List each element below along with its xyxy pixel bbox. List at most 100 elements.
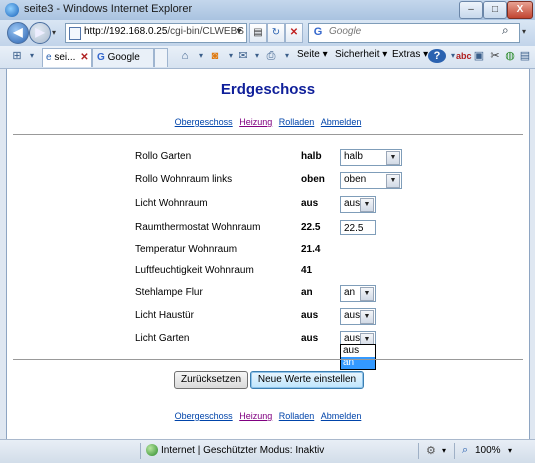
option-aus[interactable]: aus [341, 345, 375, 357]
history-dropdown-icon[interactable]: ▾ [52, 28, 56, 37]
tab-label: sei... [54, 52, 76, 63]
separator [418, 443, 419, 459]
home-dropdown-icon[interactable]: ▾ [194, 49, 208, 63]
select-value: oben [344, 174, 367, 185]
maximize-button[interactable]: □ [483, 1, 507, 19]
value-licht-garten: aus [301, 333, 319, 344]
page-menu[interactable]: Seite ▾ [297, 49, 328, 60]
print-icon[interactable]: ⎙ [264, 49, 278, 63]
tab-list-icon[interactable]: ▾ [25, 49, 39, 63]
select-value: aus [344, 198, 361, 209]
minimize-button[interactable]: – [459, 1, 483, 19]
mail-icon[interactable]: ✉ [236, 49, 250, 63]
title-bar: seite3 - Windows Internet Explorer – □ X [0, 0, 535, 20]
chevron-down-icon[interactable]: ▼ [360, 287, 374, 301]
stop-icon[interactable]: ✕ [285, 23, 303, 43]
separator [454, 443, 455, 459]
research-icon[interactable]: ▣ [472, 49, 486, 63]
ie-page-icon: e [46, 52, 52, 63]
nav-abmelden[interactable]: Abmelden [321, 411, 362, 421]
zoom-dropdown-icon[interactable]: ▾ [508, 446, 512, 455]
label-licht-haustuer: Licht Haustür [135, 310, 194, 321]
select-licht-wohnraum[interactable]: aus ▼ [340, 196, 376, 213]
extras-menu[interactable]: Extras ▾ [392, 49, 428, 60]
mail-dropdown-icon[interactable]: ▾ [250, 49, 264, 63]
value-rollo-wohnraum-links: oben [301, 174, 325, 185]
value-licht-wohnraum: aus [301, 198, 319, 209]
nav-obergeschoss[interactable]: Obergeschoss [175, 117, 233, 127]
back-button[interactable]: ◀ [7, 22, 29, 44]
google-icon: G [313, 26, 323, 38]
search-options-icon[interactable]: ▾ [522, 27, 526, 36]
tab-label: Google [107, 52, 140, 63]
page-icon [69, 27, 81, 40]
label-raumthermostat: Raumthermostat Wohnraum [135, 222, 261, 233]
page-title: Erdgeschoss [220, 81, 316, 98]
zoom-level[interactable]: 100% [475, 445, 501, 456]
onenote-icon[interactable]: ▤ [518, 49, 532, 63]
zone-status: Internet | Geschützter Modus: Inaktiv [161, 445, 325, 456]
address-field[interactable]: http://192.168.0.25/cgi-bin/CLWEBS [65, 23, 247, 43]
chevron-down-icon[interactable]: ▼ [386, 151, 400, 165]
select-licht-haustuer[interactable]: aus ▼ [340, 308, 376, 325]
select-value: aus [344, 310, 361, 321]
nav-obergeschoss[interactable]: Obergeschoss [175, 411, 233, 421]
chevron-down-icon[interactable]: ▼ [386, 174, 400, 188]
new-tab-button[interactable] [154, 48, 168, 67]
reset-button[interactable]: Zurücksetzen [174, 371, 248, 389]
top-nav: Obergeschoss Heizung Rolladen Abmelden [7, 117, 529, 127]
select-value: halb [344, 151, 363, 162]
home-icon[interactable]: ⌂ [178, 49, 192, 63]
page-content: Erdgeschoss Obergeschoss Heizung Rollade… [6, 69, 530, 440]
chevron-down-icon[interactable]: ▼ [360, 310, 374, 324]
tab-seite3[interactable]: e sei... ✕ [42, 48, 92, 67]
protected-mode-dropdown-icon[interactable]: ▾ [442, 446, 446, 455]
select-stehlampe-flur[interactable]: an ▼ [340, 285, 376, 302]
label-licht-garten: Licht Garten [135, 333, 190, 344]
label-rollo-garten: Rollo Garten [135, 151, 192, 162]
tool-icon[interactable]: ✂ [488, 49, 502, 63]
quick-tabs-icon[interactable]: ⊞ [10, 49, 24, 63]
value-raumthermostat: 22.5 [301, 222, 321, 233]
compatibility-icon[interactable]: ▤ [249, 23, 267, 43]
google-tab-icon: G [97, 52, 105, 63]
status-bar: Internet | Geschützter Modus: Inaktiv ⚙ … [0, 439, 535, 463]
select-rollo-garten[interactable]: halb ▼ [340, 149, 402, 166]
value-rollo-garten: halb [301, 151, 322, 162]
separator [140, 443, 141, 459]
search-icon[interactable]: ⌕ [502, 23, 509, 38]
nav-rolladen[interactable]: Rolladen [279, 117, 315, 127]
url-host: http://192.168.0.25 [84, 26, 168, 37]
input-raumthermostat[interactable]: 22.5 [340, 220, 376, 235]
zoom-icon[interactable]: ⌕ [462, 444, 468, 457]
nav-abmelden[interactable]: Abmelden [321, 117, 362, 127]
value-luftfeuchtigkeit: 41 [301, 265, 313, 276]
label-rollo-wohnraum-links: Rollo Wohnraum links [135, 174, 233, 185]
value-temperatur-wohnraum: 21.4 [301, 244, 321, 255]
tab-close-icon[interactable]: ✕ [80, 52, 88, 63]
search-box[interactable]: G Google [308, 23, 520, 43]
help-icon[interactable]: ? [428, 49, 446, 63]
address-dropdown-icon[interactable]: ▾ [231, 23, 247, 41]
forward-button[interactable]: ▶ [29, 22, 51, 44]
tab-google[interactable]: G Google [92, 48, 154, 67]
protected-mode-icon[interactable]: ⚙ [426, 444, 436, 457]
ie-logo-icon [5, 3, 19, 17]
nav-rolladen[interactable]: Rolladen [279, 411, 315, 421]
divider [13, 359, 523, 360]
print-dropdown-icon[interactable]: ▾ [280, 49, 294, 63]
submit-button[interactable]: Neue Werte einstellen [250, 371, 364, 389]
chevron-down-icon[interactable]: ▼ [360, 198, 374, 212]
addon-icon[interactable]: abc [456, 49, 472, 63]
close-button[interactable]: X [507, 1, 533, 19]
nav-heizung[interactable]: Heizung [239, 117, 272, 127]
safety-menu[interactable]: Sicherheit ▾ [335, 49, 387, 60]
divider [13, 134, 523, 135]
translate-icon[interactable]: ◍ [503, 49, 517, 63]
internet-zone-icon [146, 444, 158, 456]
feeds-icon[interactable]: ◙ [208, 49, 222, 63]
label-licht-wohnraum: Licht Wohnraum [135, 198, 208, 209]
select-rollo-wohnraum-links[interactable]: oben ▼ [340, 172, 402, 189]
refresh-icon[interactable]: ↻ [267, 23, 285, 43]
nav-heizung[interactable]: Heizung [239, 411, 272, 421]
